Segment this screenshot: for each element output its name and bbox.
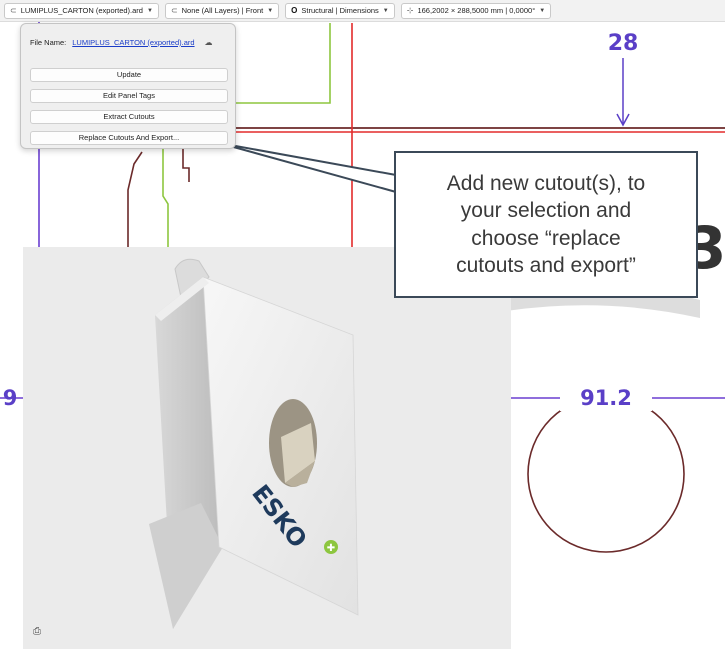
cloud-icon[interactable]: ☁	[205, 38, 213, 47]
green-crease-line	[236, 23, 331, 104]
layers-icon: ⊂	[170, 6, 178, 15]
view-dropdown[interactable]: O Structural | Dimensions ▼	[285, 2, 395, 19]
callout-text: Add new cutout(s), to your selection and…	[446, 171, 646, 277]
edit-panel-tags-button[interactable]: Edit Panel Tags	[30, 89, 228, 103]
chevron-down-icon: ▼	[539, 7, 546, 14]
file-name-link[interactable]: LUMIPLUS_CARTON (exported).ard	[72, 38, 194, 47]
cutout-panel: File Name: LUMIPLUS_CARTON (exported).ar…	[20, 23, 236, 149]
file-name-row: File Name: LUMIPLUS_CARTON (exported).ar…	[30, 38, 213, 47]
file-dropdown[interactable]: ⊂ LUMIPLUS_CARTON (exported).ard ▼	[4, 2, 159, 19]
3d-carton-render[interactable]: ESKO ✚	[23, 247, 511, 649]
dimension-label-91-2: 91.2	[580, 386, 632, 410]
update-button[interactable]: Update	[30, 68, 228, 82]
circle-icon: O	[291, 6, 298, 15]
circle-cutout[interactable]	[527, 395, 685, 553]
share-icon[interactable]: ⎙	[33, 626, 41, 637]
layers-icon: ⊂	[10, 6, 17, 15]
green-crease-line-2	[162, 149, 169, 250]
3d-viewer[interactable]: ESKO ✚ ⎙	[23, 247, 511, 649]
extract-cutouts-button[interactable]: Extract Cutouts	[30, 110, 228, 124]
dimension-label-left: 9	[3, 386, 18, 410]
dimension-label-28: 28	[608, 31, 639, 56]
file-dropdown-label: LUMIPLUS_CARTON (exported).ard	[20, 6, 143, 15]
brown-cut-line-curve	[127, 151, 143, 250]
layers-dropdown[interactable]: ⊂ None (All Layers) | Front ▼	[164, 2, 280, 19]
chevron-down-icon: ▼	[146, 7, 153, 14]
layers-dropdown-label: None (All Layers) | Front	[181, 6, 264, 15]
size-readout: 166,2002 × 288,5000 mm | 0,0000°	[417, 6, 536, 15]
brown-cut-line-notch	[182, 149, 190, 182]
file-name-label: File Name:	[30, 38, 67, 47]
top-toolbar: ⊂ LUMIPLUS_CARTON (exported).ard ▼ ⊂ Non…	[0, 0, 725, 22]
size-dropdown[interactable]: ⊹ 166,2002 × 288,5000 mm | 0,0000° ▼	[400, 2, 552, 19]
replace-cutouts-export-button[interactable]: Replace Cutouts And Export...	[30, 131, 228, 145]
callout-pointer	[218, 142, 397, 193]
view-dropdown-label: Structural | Dimensions	[301, 6, 379, 15]
chevron-down-icon: ▼	[267, 7, 274, 14]
esko-logo-plus: ✚	[327, 543, 335, 554]
crosshair-icon: ⊹	[406, 6, 414, 15]
canvas-stage[interactable]: 28 3 91.2 9 ⊂ LUMIPLUS_CARTON (exported)…	[0, 0, 725, 649]
chevron-down-icon: ▼	[382, 7, 389, 14]
callout-annotation: Add new cutout(s), to your selection and…	[394, 151, 698, 298]
